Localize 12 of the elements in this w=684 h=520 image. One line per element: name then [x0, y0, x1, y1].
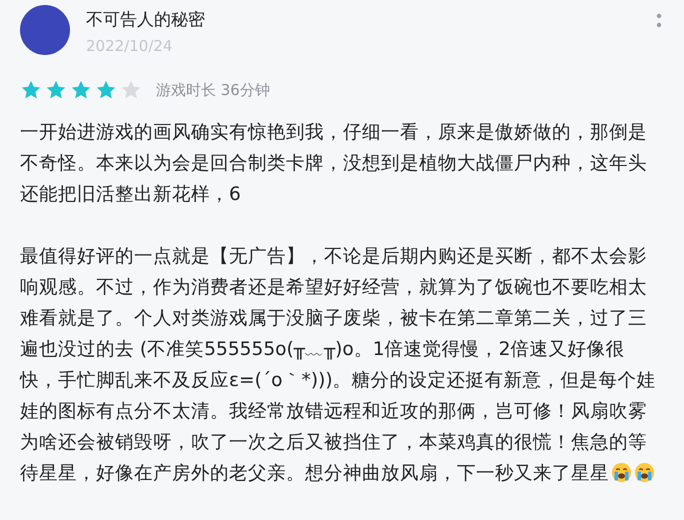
crying-face-icon [611, 462, 632, 483]
playtime-label: 游戏时长 36分钟 [156, 80, 270, 100]
star-icon [70, 79, 92, 101]
author-name: 不可告人的秘密 [86, 9, 206, 31]
star-icon [45, 79, 67, 101]
star-icon [120, 79, 142, 101]
star-icon [95, 79, 117, 101]
review-paragraph: 最值得好评的一点就是【无广告】，不论是后期内购还是买断，都不太会影响观感。不过，作为消费者还是希望好好经营，就算为了饭碗也不要吃相太难看就是了。个人对类游戏属于没脑子废柴，被卡在第二章第二关，过了三遍也没过的去 (不准笑555555o(╥﹏╥)o。1倍速觉得慢，2倍速又好像很快，手忙脚乱来不及反应ε=(´ο｀*)))。糖分的设定还挺有新意，但是每个娃娃的图标有点分不太清。我经常放错远程和近攻的那俩，岂可修！风扇吹雾为啥还会被销毁呀，吹了一次之后又被挡住了，本菜鸡真的很慌！焦急的等待星星，好像在产房外的老父亲。想分神曲放风扇，下一秒又来了星星 [20, 245, 657, 486]
crying-face-icon [634, 462, 655, 483]
avatar[interactable] [20, 5, 70, 55]
review-paragraph: 一开始进游戏的画风确实有惊艳到我，仔细一看，原来是傲娇做的，那倒是不奇怪。本来以为会是回合制类卡牌，没想到是植物大战僵尸内种，这年头还能把旧活整出新花样，6 [20, 121, 648, 207]
star-icon [20, 79, 42, 101]
